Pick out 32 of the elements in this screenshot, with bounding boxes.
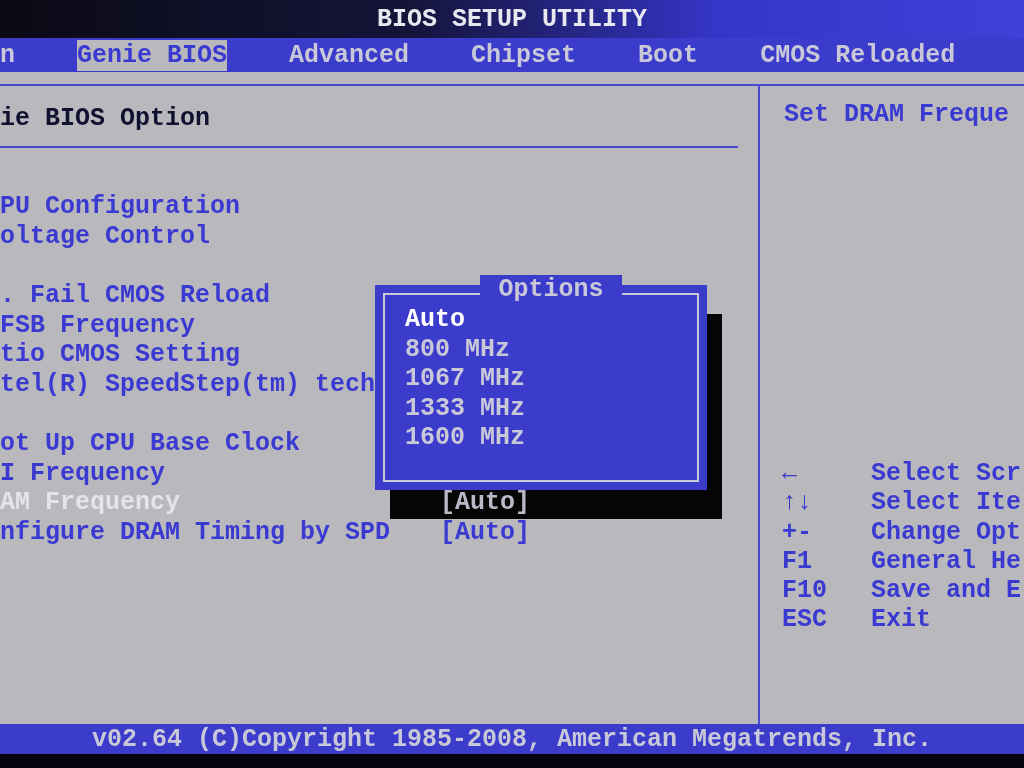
key-action: Save and E [871, 576, 1022, 606]
key-label: +- [782, 517, 813, 547]
copyright-text: v02.64 (C)Copyright 1985-2008, American Megatrends, Inc. [91, 724, 933, 754]
menu-tab[interactable]: Genie BIOS [77, 39, 228, 71]
menu-item[interactable]: PU Configuration [0, 192, 440, 222]
setting-value[interactable]: [Auto] [440, 517, 530, 547]
window-title: BIOS SETUP UTILITY [376, 4, 647, 34]
key-action: General He [871, 546, 1022, 577]
key-label: ← [782, 459, 798, 489]
menu-item[interactable]: nfigure DRAM Timing by SPD [0, 517, 440, 547]
option-item[interactable]: 800 MHz [405, 334, 697, 364]
option-item[interactable]: Auto [405, 305, 697, 335]
menu-tab[interactable]: Boot [638, 39, 699, 71]
key-label: ESC [782, 605, 828, 635]
key-action: Exit [871, 605, 931, 635]
key-label: F10 [782, 576, 828, 606]
menu-tab[interactable]: Advanced [289, 39, 410, 71]
key-action: Select Scr [871, 459, 1022, 489]
menu-item[interactable]: oltage Control [0, 221, 440, 251]
page-title: ie BIOS Option [0, 104, 212, 134]
menu-tab[interactable]: CMOS Reloaded [760, 39, 956, 71]
key-action: Change Opt [871, 517, 1022, 547]
key-action: Select Ite [871, 488, 1022, 518]
option-item[interactable]: 1333 MHz [405, 393, 697, 423]
help-text: Set DRAM Freque [784, 100, 1011, 129]
option-item[interactable]: 1600 MHz [405, 423, 697, 453]
option-item[interactable]: 1067 MHz [405, 364, 697, 394]
key-label: F1 [782, 546, 813, 577]
key-label: ↑↓ [782, 488, 813, 518]
menu-tab[interactable]: n [0, 39, 15, 71]
menu-tab[interactable]: Chipset [471, 39, 577, 71]
setting-value[interactable]: [Auto] [440, 488, 530, 518]
